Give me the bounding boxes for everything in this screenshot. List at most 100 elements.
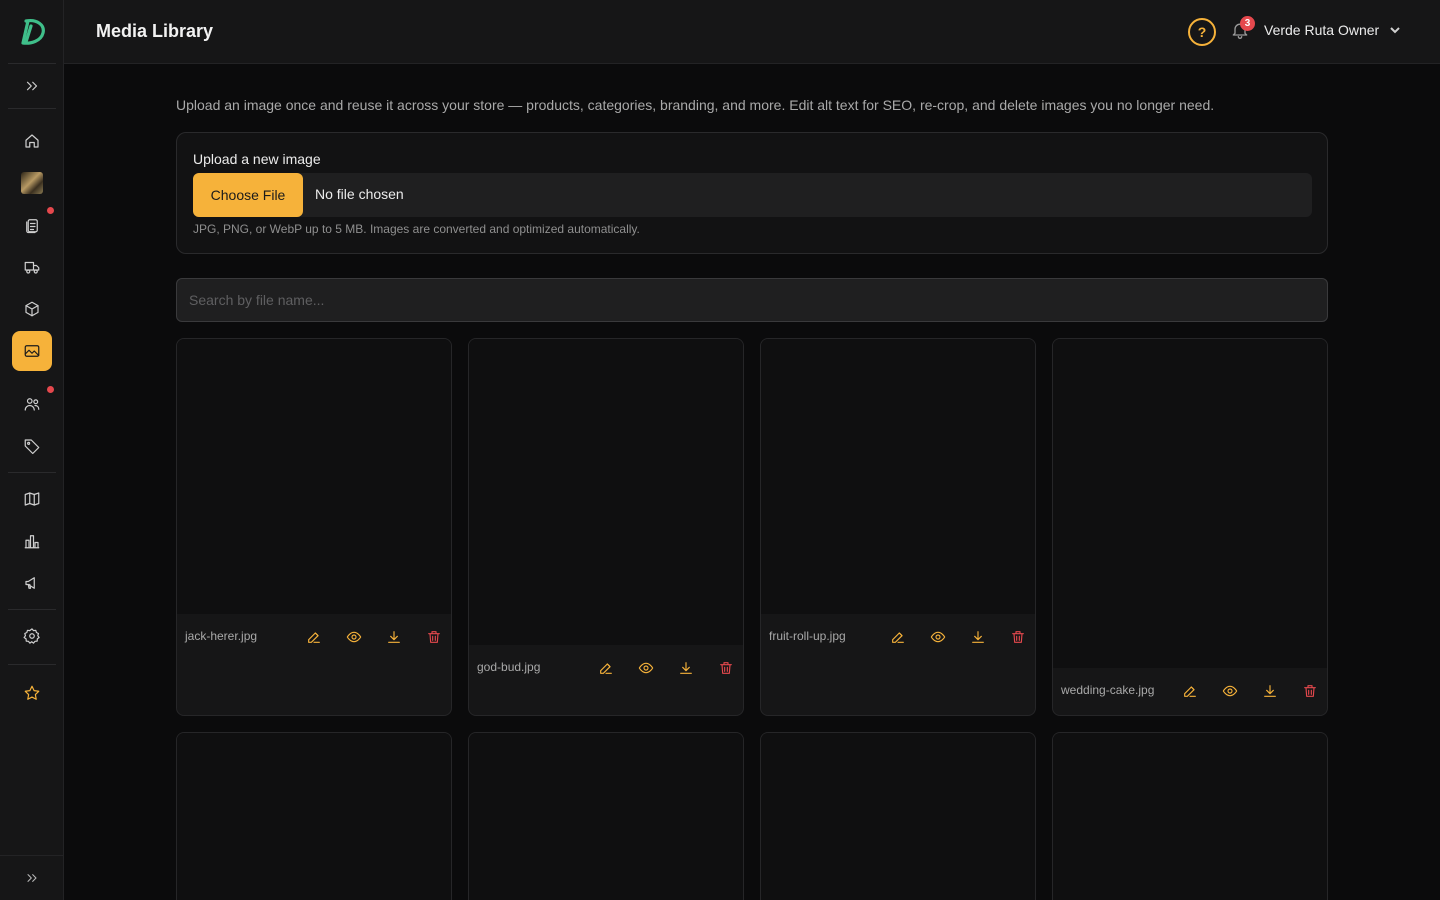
delete-button[interactable] [717,659,735,677]
file-status: No file chosen [315,186,404,202]
card-toolbar: wedding-cake.jpg [1053,668,1327,714]
preview-button[interactable] [1221,682,1239,700]
edit-button[interactable] [597,659,615,677]
preview-button[interactable] [637,659,655,677]
sidebar-item-customers[interactable] [12,384,54,424]
sidebar-item-media-thumbnail[interactable] [12,163,52,203]
sidebar-item-marketing[interactable] [12,563,52,603]
image-preview[interactable] [177,733,451,900]
image-preview[interactable] [469,733,743,900]
delete-button[interactable] [1009,628,1027,646]
megaphone-icon [25,577,35,589]
image-preview[interactable] [469,339,743,645]
tag-icon [24,439,40,455]
delete-button[interactable] [425,628,443,646]
choose-file-button[interactable]: Choose File [193,173,303,217]
edit-icon [308,632,320,643]
media-card[interactable]: god-bud.jpg [468,338,744,716]
media-card[interactable] [1052,732,1328,900]
notifications-button[interactable]: 3 [1230,16,1255,42]
card-toolbar: fruit-roll-up.jpg [761,614,1035,660]
file-input[interactable]: Choose File No file chosen [193,173,1312,217]
sidebar-item-analytics[interactable] [12,521,52,561]
user-name: Verde Ruta Owner [1264,22,1380,38]
eye-icon [346,631,362,643]
upload-title: Upload a new image [193,151,321,167]
collapse-sidebar-button[interactable] [0,855,64,900]
card-actions [597,659,735,677]
eye-icon [638,662,654,674]
page-title: Media Library [96,21,214,41]
app-logo[interactable] [17,18,47,46]
user-menu[interactable]: Verde Ruta Owner [1264,22,1401,38]
image-preview[interactable] [761,733,1035,900]
sidebar-item-tags[interactable] [12,426,52,466]
media-card[interactable] [176,732,452,900]
card-actions [305,628,443,646]
top-header: Media Library ? 3 Verde Ruta Owner [64,0,1440,64]
image-preview[interactable] [177,339,451,614]
sidebar-divider [8,472,56,473]
sidebar-divider [8,664,56,665]
download-button[interactable] [385,628,403,646]
search-input[interactable] [176,278,1328,322]
media-card[interactable]: jack-herer.jpg [176,338,452,716]
upload-hint: JPG, PNG, or WebP up to 5 MB. Images are… [193,222,640,236]
chevrons-right-icon [27,874,37,882]
file-name: wedding-cake.jpg [1061,683,1155,697]
download-icon [972,631,984,643]
help-button[interactable]: ? [1188,18,1216,46]
home-icon [25,134,39,148]
preview-button[interactable] [345,628,363,646]
sidebar [0,0,64,900]
sidebar-item-catalog[interactable] [12,479,52,519]
bar-chart-icon [24,535,40,549]
sidebar-item-media-library[interactable] [12,331,52,371]
download-button[interactable] [677,659,695,677]
sidebar-item-delivery[interactable] [12,247,52,287]
image-preview[interactable] [1053,339,1327,668]
delete-button[interactable] [1301,682,1319,700]
download-button[interactable] [969,628,987,646]
media-card[interactable]: fruit-roll-up.jpg [760,338,1036,716]
users-icon [24,398,40,411]
file-name: jack-herer.jpg [185,629,258,643]
edit-icon [892,632,904,643]
sidebar-item-home[interactable] [12,121,52,161]
sidebar-item-favorites[interactable] [12,673,52,713]
eye-icon [930,631,946,643]
media-card[interactable]: wedding-cake.jpg [1052,338,1328,716]
download-icon [1264,685,1276,697]
trash-icon [428,631,440,643]
card-toolbar: jack-herer.jpg [177,614,451,660]
notification-dot [47,207,54,214]
map-book-icon [24,492,40,506]
card-actions [889,628,1027,646]
truck-icon [24,261,40,274]
store-image-thumbnail [21,172,43,194]
page-description: Upload an image once and reuse it across… [176,97,1215,113]
edit-icon [600,663,612,674]
sidebar-item-settings[interactable] [12,616,52,656]
file-name: fruit-roll-up.jpg [769,629,846,643]
sidebar-item-products[interactable] [12,289,52,329]
download-button[interactable] [1261,682,1279,700]
media-card[interactable] [468,732,744,900]
image-icon [24,345,40,357]
image-preview[interactable] [1053,733,1327,900]
edit-button[interactable] [1181,682,1199,700]
upload-panel: Upload a new image Choose File No file c… [176,132,1328,254]
notification-count-badge: 3 [1240,16,1255,31]
trash-icon [1012,631,1024,643]
edit-button[interactable] [889,628,907,646]
card-actions [1181,682,1319,700]
download-icon [388,631,400,643]
media-card[interactable] [760,732,1036,900]
preview-button[interactable] [929,628,947,646]
expand-sidebar-button[interactable] [12,66,52,106]
sidebar-item-orders[interactable] [12,205,54,245]
image-preview[interactable] [761,339,1035,614]
edit-button[interactable] [305,628,323,646]
trash-icon [1304,685,1316,697]
download-icon [680,662,692,674]
